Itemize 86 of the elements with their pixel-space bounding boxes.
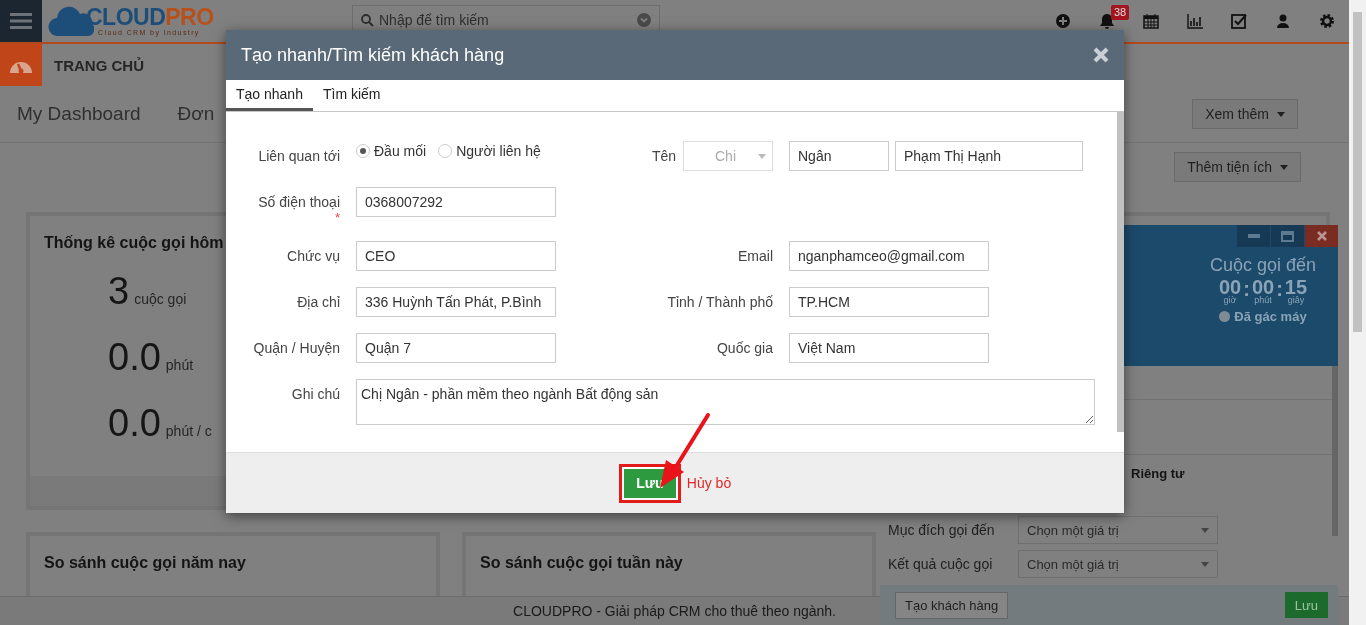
notification-badge: 38 xyxy=(1111,5,1130,20)
field-label: Chức vụ xyxy=(287,248,340,264)
scrollbar[interactable] xyxy=(1117,112,1124,432)
field-label: Kết quả cuộc gọi xyxy=(888,556,994,572)
minimize-icon xyxy=(1247,234,1260,238)
timer-unit: giờ xyxy=(1223,296,1237,305)
cancel-link[interactable]: Hủy bỏ xyxy=(686,475,732,491)
footer-text: CLOUDPRO - Giải pháp CRM cho thuê theo ngành. xyxy=(513,603,836,619)
field-label: Quận / Huyện xyxy=(253,340,340,356)
calendar-icon[interactable] xyxy=(1143,13,1159,29)
text-field[interactable]: 0368007292 xyxy=(356,187,556,217)
stat-value: 0.0 xyxy=(108,336,161,379)
select-field[interactable]: Chọn một giá trị xyxy=(1018,550,1218,578)
maximize-icon xyxy=(1281,230,1294,242)
add-icon[interactable] xyxy=(1055,13,1071,29)
tab[interactable]: Tìm kiếm xyxy=(312,80,391,111)
close-icon[interactable] xyxy=(1093,47,1109,63)
radio-label: Riêng tư xyxy=(1131,465,1185,481)
field-label: Quốc gia xyxy=(716,340,773,356)
select-field[interactable]: Chọn một giá trị xyxy=(1018,516,1218,544)
caret-icon xyxy=(1280,164,1288,170)
stat-value: 3 xyxy=(108,270,130,313)
checkbox-icon[interactable] xyxy=(1231,13,1247,29)
call-status: Đã gác máy xyxy=(1234,309,1307,324)
stat-value: 0.0 xyxy=(108,402,161,445)
maximize-button[interactable] xyxy=(1271,225,1304,247)
text-field[interactable]: Phạm Thị Hạnh xyxy=(895,141,1083,171)
status-dot xyxy=(1219,311,1231,322)
minimize-button[interactable] xyxy=(1237,225,1270,247)
note-field[interactable]: Chị Ngân - phần mềm theo ngành Bất động sản xyxy=(356,379,1095,425)
timer-unit: phút xyxy=(1254,296,1272,305)
timer-value: 00 xyxy=(1251,278,1275,296)
tab[interactable]: Tạo nhanh xyxy=(226,80,313,111)
close-icon xyxy=(1316,231,1327,241)
menu-button[interactable] xyxy=(0,0,42,42)
create-customer-button[interactable]: Tạo khách hàng xyxy=(895,591,1009,619)
text-field[interactable]: Ngân xyxy=(789,141,889,171)
timer-value: 00 xyxy=(1218,278,1242,296)
text-field[interactable]: CEO xyxy=(356,241,556,271)
close-button[interactable] xyxy=(1305,225,1338,247)
card-title: So sánh cuộc gọi tuần này xyxy=(479,553,684,573)
bar-chart-icon[interactable] xyxy=(1187,13,1203,29)
field-label: Ghi chú xyxy=(291,386,340,402)
timer-value: 15 xyxy=(1284,278,1308,296)
settings-icon[interactable] xyxy=(1319,13,1335,29)
user-icon[interactable] xyxy=(1275,13,1291,29)
text-field[interactable]: Quận 7 xyxy=(356,333,556,363)
text-field[interactable]: 336 Huỳnh Tấn Phát, P.Bình xyxy=(356,287,556,317)
dialog-title: Tạo nhanh/Tìm kiếm khách hàng xyxy=(241,44,505,66)
field-label: Email xyxy=(738,248,773,264)
dropdown-icon[interactable] xyxy=(637,13,651,27)
caret-icon xyxy=(1277,111,1285,117)
timer-separator: : xyxy=(1243,278,1250,301)
stat-unit: phút xyxy=(165,357,194,373)
scrollbar[interactable] xyxy=(1332,366,1338,536)
radio-label: Người liên hệ xyxy=(456,143,541,159)
text-field[interactable]: TP.HCM xyxy=(789,287,989,317)
card-title: So sánh cuộc gọi năm nay xyxy=(43,553,247,573)
section-title: TRANG CHỦ xyxy=(54,56,144,74)
bell-icon[interactable] xyxy=(1099,13,1115,29)
stat-unit: phút / c xyxy=(165,423,212,439)
field-label: Tên xyxy=(651,147,676,164)
radio-label: Đầu mối xyxy=(374,143,427,159)
add-widget-button[interactable]: Thêm tiện ích xyxy=(1174,152,1301,182)
call-title: Cuộc gọi đến xyxy=(1209,255,1317,276)
timer-separator: : xyxy=(1276,278,1283,301)
timer-unit: giây xyxy=(1287,296,1305,305)
field-label: Địa chỉ xyxy=(297,294,340,310)
stat-unit: cuộc gọi xyxy=(134,291,187,307)
field-label: Số điện thoại xyxy=(258,194,340,210)
card-title: Thống kê cuộc gọi hôm xyxy=(43,233,225,253)
field-label: Tỉnh / Thành phố xyxy=(667,294,773,310)
caret-icon xyxy=(1201,527,1209,533)
required-mark: * xyxy=(334,210,340,225)
field-label: Liên quan tới xyxy=(258,148,340,164)
search-input[interactable]: Nhập để tìm kiếm xyxy=(379,12,632,28)
caret-icon xyxy=(758,153,766,159)
logo-text: CLOUDPRO xyxy=(86,5,214,29)
caret-icon xyxy=(1201,561,1209,567)
dashboard-tile[interactable] xyxy=(0,44,42,86)
text-field[interactable]: nganphamceo@gmail.com xyxy=(789,241,989,271)
more-button[interactable]: Xem thêm xyxy=(1192,99,1298,129)
search-icon xyxy=(361,13,374,27)
field-label: Mục đích gọi đến xyxy=(888,522,996,538)
text-field[interactable]: Việt Nam xyxy=(789,333,989,363)
menu-icon xyxy=(10,12,32,30)
